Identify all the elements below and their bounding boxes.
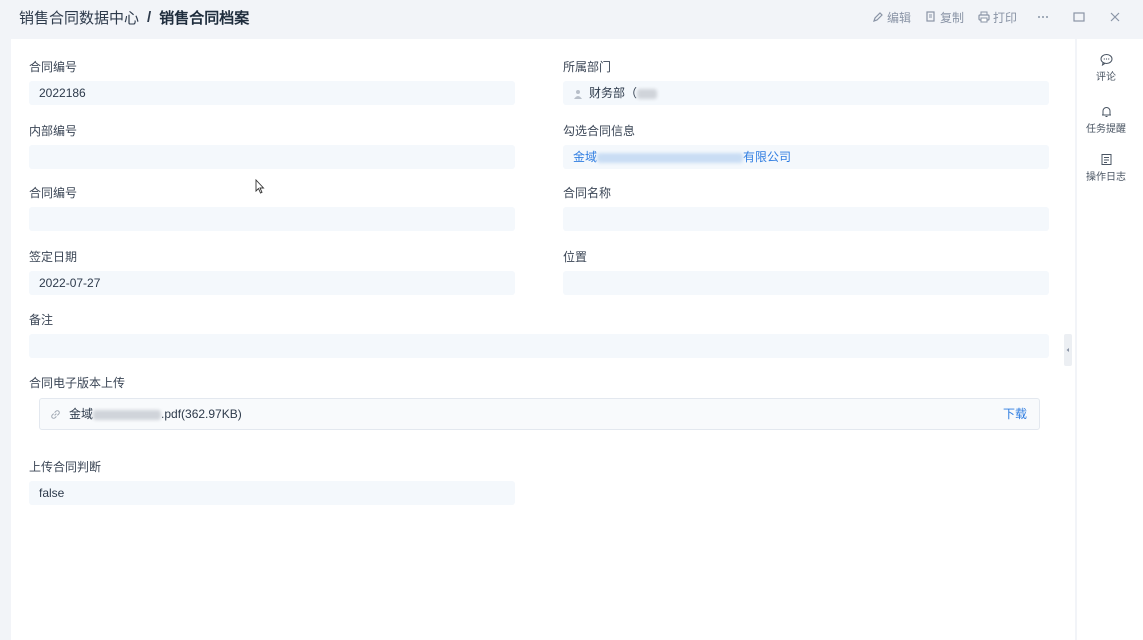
- mouse-cursor-icon: [255, 179, 265, 194]
- field-value: [29, 207, 515, 231]
- link-prefix: 金域: [573, 150, 598, 164]
- sidebar-item-operation-log[interactable]: 操作日志: [1077, 153, 1135, 183]
- link-icon: [51, 410, 60, 420]
- edit-label: 编辑: [886, 10, 911, 25]
- maximize-button[interactable]: [1069, 8, 1089, 26]
- pencil-icon: [873, 12, 883, 22]
- more-dots-icon: [1038, 16, 1048, 18]
- bell-icon: [1101, 107, 1111, 117]
- field-value: [29, 334, 1049, 358]
- field-value: 2022-07-27: [29, 271, 515, 295]
- field-internal-no: 内部编号: [29, 123, 515, 169]
- sidebar-item-label: 任务提醒: [1086, 124, 1126, 135]
- log-icon: [1101, 154, 1111, 165]
- print-button[interactable]: 打印: [978, 9, 1017, 26]
- breadcrumb: 销售合同数据中心 / 销售合同档案: [19, 7, 249, 28]
- field-label: 上传合同判断: [29, 460, 102, 474]
- field-remark: 备注: [29, 312, 1049, 358]
- copy-button[interactable]: 复制: [925, 9, 964, 26]
- department-value: 财务部（: [589, 86, 638, 100]
- redacted-text: [93, 409, 162, 420]
- sidebar-item-task-reminder[interactable]: 任务提醒: [1077, 105, 1135, 135]
- link-suffix: 有限公司: [743, 150, 792, 164]
- field-value: [563, 271, 1049, 295]
- attachment-item: 金域 .pdf(362.97KB) 下载: [39, 398, 1040, 430]
- field-value: 财务部（: [563, 81, 1049, 105]
- field-label: 位置: [563, 250, 588, 264]
- file-name-prefix[interactable]: 金域: [69, 407, 93, 421]
- field-sign-date: 签定日期 2022-07-27: [29, 249, 515, 295]
- page-header: 销售合同数据中心 / 销售合同档案 编辑 复制 打印: [0, 0, 1143, 36]
- sidebar-item-comment[interactable]: 评论: [1077, 53, 1135, 83]
- field-label: 合同编号: [29, 60, 78, 74]
- breadcrumb-current: 销售合同档案: [159, 10, 250, 27]
- field-value: false: [29, 481, 515, 505]
- field-label: 勾选合同信息: [563, 124, 636, 138]
- caret-left-icon: [1066, 348, 1069, 352]
- field-upload-judge: 上传合同判断 false: [29, 459, 515, 505]
- field-contract-no-2: 合同编号: [29, 185, 515, 231]
- field-upload: 合同电子版本上传: [29, 375, 125, 391]
- sidebar-item-label: 操作日志: [1086, 172, 1126, 183]
- field-label: 签定日期: [29, 250, 78, 264]
- field-value: [563, 207, 1049, 231]
- print-label: 打印: [992, 10, 1017, 25]
- field-value: [29, 145, 515, 169]
- breadcrumb-separator: /: [147, 9, 152, 26]
- field-label: 内部编号: [29, 124, 78, 138]
- user-icon: [574, 89, 582, 99]
- copy-icon: [926, 11, 935, 22]
- field-contract-name: 合同名称: [563, 185, 1049, 231]
- field-label: 备注: [29, 313, 54, 327]
- field-label: 合同电子版本上传: [29, 376, 126, 390]
- field-department: 所属部门 财务部（: [563, 59, 1049, 105]
- maximize-icon: [1073, 12, 1085, 22]
- redacted-text: [597, 152, 744, 163]
- edit-button[interactable]: 编辑: [872, 9, 911, 26]
- right-sidebar: 评论 任务提醒 操作日志: [1077, 39, 1143, 640]
- field-location: 位置: [563, 249, 1049, 295]
- download-link[interactable]: 下载: [1003, 399, 1027, 429]
- copy-label: 复制: [939, 10, 964, 25]
- printer-icon: [978, 11, 990, 23]
- sidebar-collapse-handle[interactable]: [1064, 334, 1072, 366]
- close-icon: [1110, 12, 1120, 22]
- sidebar-item-label: 评论: [1096, 72, 1116, 83]
- selected-contract-link[interactable]: 金域 有限公司: [563, 145, 1049, 169]
- more-button[interactable]: [1033, 8, 1053, 26]
- field-selected-contract: 勾选合同信息 金域 有限公司: [563, 123, 1049, 169]
- field-label: 所属部门: [563, 60, 612, 74]
- redacted-text: [637, 88, 658, 99]
- toolbar: 编辑 复制 打印: [858, 8, 1125, 26]
- field-contract-no: 合同编号 2022186: [29, 59, 515, 105]
- breadcrumb-parent[interactable]: 销售合同数据中心: [19, 7, 139, 28]
- detail-card: 合同编号 2022186 所属部门 财务部（ 内部编号 勾选合同信息 金域 有限公…: [11, 39, 1075, 640]
- field-value: 2022186: [29, 81, 515, 105]
- comment-icon: [1100, 54, 1112, 66]
- close-button[interactable]: [1105, 8, 1125, 26]
- field-label: 合同编号: [29, 186, 78, 200]
- file-name-suffix[interactable]: .pdf(362.97KB): [161, 407, 242, 421]
- field-label: 合同名称: [563, 186, 612, 200]
